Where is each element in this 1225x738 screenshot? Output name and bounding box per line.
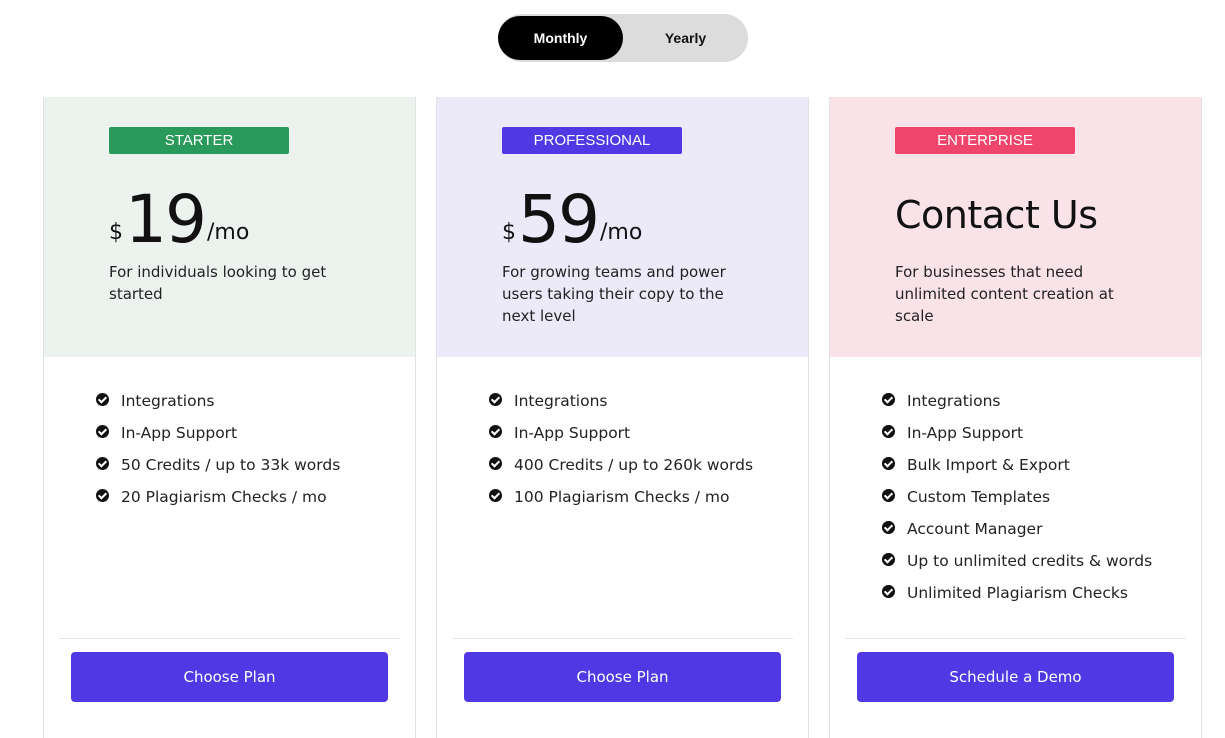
- feature-label: In-App Support: [907, 424, 1024, 442]
- plan-header: PROFESSIONAL $ 59 /mo For growing teams …: [437, 97, 808, 357]
- plan-headline: Contact Us: [895, 193, 1098, 237]
- feature-list: Integrations In-App Support Bulk Import & …: [882, 385, 1152, 609]
- schedule-demo-button[interactable]: Schedule a Demo: [857, 652, 1174, 702]
- check-circle-icon: [882, 552, 895, 566]
- check-circle-icon: [882, 392, 895, 406]
- feature-list: Integrations In-App Support 50 Credits / u…: [96, 385, 340, 513]
- toggle-monthly[interactable]: Monthly: [498, 16, 623, 60]
- feature-label: In-App Support: [121, 424, 238, 442]
- feature-item: 50 Credits / up to 33k words: [96, 449, 340, 481]
- plan-description: For businesses that need unlimited conte…: [895, 263, 1114, 325]
- plan-badge: STARTER: [109, 127, 289, 154]
- feature-label: In-App Support: [514, 424, 631, 442]
- plan-header: ENTERPRISE Contact Us For businesses tha…: [830, 97, 1201, 357]
- plan-card-professional: PROFESSIONAL $ 59 /mo For growing teams …: [436, 97, 809, 738]
- check-circle-icon: [882, 520, 895, 534]
- price-period: /mo: [599, 220, 643, 245]
- feature-item: Bulk Import & Export: [882, 449, 1152, 481]
- plan-card-enterprise: ENTERPRISE Contact Us For businesses tha…: [829, 97, 1202, 738]
- feature-label: 100 Plagiarism Checks / mo: [514, 488, 730, 506]
- price-currency: $: [502, 220, 516, 245]
- plan-badge: PROFESSIONAL: [502, 127, 682, 154]
- price-currency: $: [109, 220, 123, 245]
- check-circle-icon: [489, 488, 502, 502]
- divider: [452, 638, 793, 639]
- feature-item: Account Manager: [882, 513, 1152, 545]
- feature-item: In-App Support: [489, 417, 753, 449]
- plan-price: $ 59 /mo: [502, 183, 642, 253]
- check-circle-icon: [96, 456, 109, 470]
- feature-label: 400 Credits / up to 260k words: [514, 456, 754, 474]
- check-circle-icon: [882, 584, 895, 598]
- feature-label: Integrations: [514, 392, 608, 410]
- choose-plan-button[interactable]: Choose Plan: [71, 652, 388, 702]
- check-circle-icon: [882, 424, 895, 438]
- check-circle-icon: [882, 456, 895, 470]
- price-period: /mo: [206, 220, 250, 245]
- feature-item: Integrations: [489, 385, 753, 417]
- check-circle-icon: [882, 488, 895, 502]
- feature-label: 50 Credits / up to 33k words: [121, 456, 341, 474]
- plan-header: STARTER $ 19 /mo For individuals looking…: [44, 97, 415, 357]
- toggle-yearly[interactable]: Yearly: [623, 16, 748, 60]
- feature-item: Custom Templates: [882, 481, 1152, 513]
- feature-label: Bulk Import & Export: [907, 456, 1070, 474]
- check-circle-icon: [96, 392, 109, 406]
- check-circle-icon: [489, 456, 502, 470]
- feature-list: Integrations In-App Support 400 Credits / …: [489, 385, 753, 513]
- plan-description: For individuals looking to get started: [109, 263, 327, 303]
- feature-item: In-App Support: [882, 417, 1152, 449]
- feature-item: 100 Plagiarism Checks / mo: [489, 481, 753, 513]
- feature-label: Custom Templates: [907, 488, 1051, 506]
- feature-item: Integrations: [96, 385, 340, 417]
- price-amount: 59: [518, 181, 600, 258]
- plan-card-starter: STARTER $ 19 /mo For individuals looking…: [43, 97, 416, 738]
- price-amount: 19: [125, 181, 207, 258]
- feature-label: 20 Plagiarism Checks / mo: [121, 488, 327, 506]
- divider: [845, 638, 1186, 639]
- billing-period-toggle: Monthly Yearly: [498, 14, 748, 62]
- feature-item: 400 Credits / up to 260k words: [489, 449, 753, 481]
- feature-item: In-App Support: [96, 417, 340, 449]
- check-circle-icon: [489, 392, 502, 406]
- feature-label: Up to unlimited credits & words: [907, 552, 1153, 570]
- feature-item: 20 Plagiarism Checks / mo: [96, 481, 340, 513]
- feature-label: Integrations: [121, 392, 215, 410]
- plan-badge: ENTERPRISE: [895, 127, 1075, 154]
- feature-label: Unlimited Plagiarism Checks: [907, 584, 1128, 602]
- plan-price: $ 19 /mo: [109, 183, 249, 253]
- plan-description: For growing teams and power users taking…: [502, 263, 726, 325]
- feature-item: Unlimited Plagiarism Checks: [882, 577, 1152, 609]
- check-circle-icon: [489, 424, 502, 438]
- feature-item: Integrations: [882, 385, 1152, 417]
- check-circle-icon: [96, 424, 109, 438]
- check-circle-icon: [96, 488, 109, 502]
- feature-label: Account Manager: [907, 520, 1043, 538]
- feature-label: Integrations: [907, 392, 1001, 410]
- choose-plan-button[interactable]: Choose Plan: [464, 652, 781, 702]
- divider: [59, 638, 400, 639]
- feature-item: Up to unlimited credits & words: [882, 545, 1152, 577]
